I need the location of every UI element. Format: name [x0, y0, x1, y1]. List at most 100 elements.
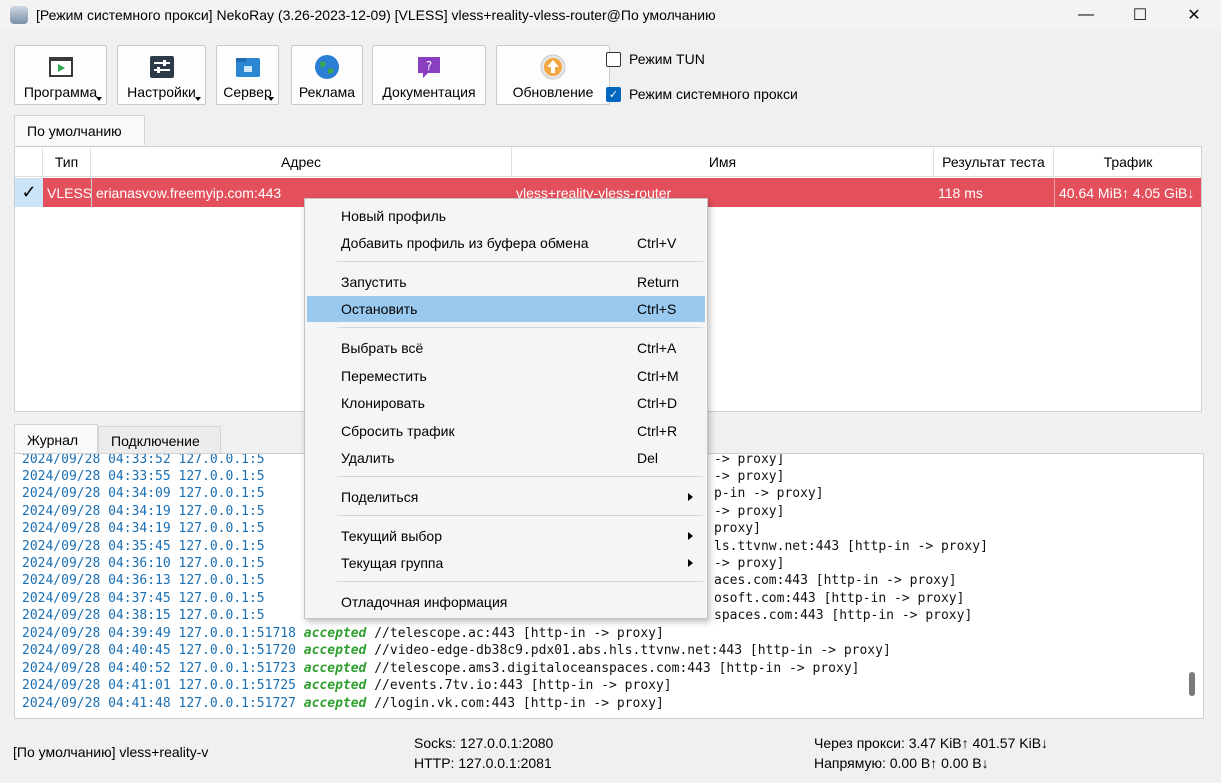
col-traffic-header[interactable]: Трафик: [1054, 147, 1202, 177]
menu-item-delete[interactable]: Удалить Del: [307, 445, 705, 471]
tab-log[interactable]: Журнал: [14, 424, 98, 454]
server-menu-button[interactable]: Сервер: [216, 45, 279, 105]
tab-log-label: Журнал: [27, 431, 79, 448]
chevron-down-icon: [268, 97, 274, 101]
log-line: 2024/09/28 04:34:19 127.0.0.1:5 proxy]: [22, 520, 761, 537]
log-text: -> proxy]: [714, 504, 785, 519]
log-text: //video-edge-db38c9.pdx01.abs.hls.ttvnw.…: [366, 643, 891, 658]
menu-item-stop[interactable]: Остановить Ctrl+S: [307, 296, 705, 322]
tab-connections[interactable]: Подключение: [98, 426, 221, 454]
log-line: 2024/09/28 04:38:15 127.0.0.1:5 spaces.co…: [22, 607, 972, 624]
menu-separator: [337, 261, 703, 262]
menu-item-start[interactable]: Запустить Return: [307, 269, 705, 295]
window-title: [Режим системного прокси] NekoRay (3.26-…: [36, 7, 716, 23]
log-line: 2024/09/28 04:34:09 127.0.0.1:5 p-in -> p…: [22, 485, 824, 502]
menu-item-label: Клонировать: [341, 395, 425, 411]
menu-item-label: Остановить: [341, 301, 418, 317]
menu-separator: [337, 327, 703, 328]
menu-item-add-from-clipboard[interactable]: Добавить профиль из буфера обмена Ctrl+V: [307, 230, 705, 256]
tab-group-label: По умолчанию: [27, 122, 122, 139]
ads-button[interactable]: Реклама: [291, 45, 363, 105]
menu-item-shortcut: Del: [637, 450, 659, 466]
log-line: 2024/09/28 04:33:55 127.0.0.1:5 -> proxy]: [22, 468, 784, 485]
log-line: 2024/09/28 04:33:52 127.0.0.1:5 -> proxy]: [22, 454, 784, 468]
log-timestamp: 2024/09/28 04:40:45 127.0.0.1:51720: [22, 643, 304, 658]
tab-group-default[interactable]: По умолчанию: [14, 115, 145, 145]
status-http: HTTP: 127.0.0.1:2081: [414, 755, 552, 771]
menu-item-clone[interactable]: Клонировать Ctrl+D: [307, 390, 705, 416]
maximize-button[interactable]: ☐: [1113, 0, 1167, 30]
row-traffic: 40.64 MiB↑ 4.05 GiB↓: [1054, 178, 1201, 207]
col-name-header[interactable]: Имя: [512, 147, 934, 177]
log-timestamp: 2024/09/28 04:39:49 127.0.0.1:51718: [22, 626, 304, 641]
log-line: 2024/09/28 04:41:01 127.0.0.1:51725 acce…: [22, 677, 672, 694]
log-timestamp: 2024/09/28 04:40:52 127.0.0.1:51723: [22, 661, 304, 676]
log-timestamp: 2024/09/28 04:34:19 127.0.0.1:5: [22, 504, 265, 519]
col-check-header: [15, 147, 43, 177]
log-accepted: accepted: [303, 661, 367, 676]
log-line: 2024/09/28 04:40:45 127.0.0.1:51720 acce…: [22, 642, 891, 659]
system-proxy-checkbox[interactable]: ✓: [606, 86, 621, 102]
log-line: 2024/09/28 04:37:45 127.0.0.1:5 osoft.com…: [22, 590, 964, 607]
log-text: ls.ttvnw.net:443 [http-in -> proxy]: [714, 539, 988, 554]
log-text: //login.vk.com:443 [http-in -> proxy]: [366, 696, 664, 711]
row-active-check: ✓: [15, 178, 43, 207]
col-test-header[interactable]: Результат теста: [934, 147, 1054, 177]
log-line: 2024/09/28 04:35:45 127.0.0.1:5 ls.ttvnw.…: [22, 538, 988, 555]
log-timestamp: 2024/09/28 04:41:48 127.0.0.1:51727: [22, 696, 304, 711]
menu-item-label: Выбрать всё: [341, 340, 424, 356]
menu-item-shortcut: Ctrl+M: [637, 368, 679, 384]
status-via-proxy: Через прокси: 3.47 KiB↑ 401.57 KiB↓: [814, 735, 1049, 751]
menu-item-current-group[interactable]: Текущая группа: [307, 550, 705, 576]
chevron-down-icon: [195, 97, 201, 101]
update-button[interactable]: Обновление: [496, 45, 610, 105]
documentation-button[interactable]: ? Документация: [372, 45, 486, 105]
log-text: spaces.com:443 [http-in -> proxy]: [714, 608, 973, 623]
program-menu-button[interactable]: Программа: [14, 45, 107, 105]
menu-item-share[interactable]: Поделиться: [307, 484, 705, 510]
log-line: 2024/09/28 04:36:10 127.0.0.1:5 -> proxy]: [22, 555, 784, 572]
settings-sliders-icon: [149, 56, 174, 78]
log-text: -> proxy]: [714, 453, 785, 467]
menu-item-current-selection[interactable]: Текущий выбор: [307, 523, 705, 549]
tun-mode-checkbox[interactable]: [606, 51, 621, 67]
col-address-header[interactable]: Адрес: [91, 147, 512, 177]
log-text: -> proxy]: [714, 556, 785, 571]
app-icon: [10, 6, 28, 24]
program-icon: [48, 57, 73, 77]
log-line: 2024/09/28 04:34:19 127.0.0.1:5 -> proxy]: [22, 503, 784, 520]
menu-item-label: Поделиться: [341, 489, 419, 505]
log-timestamp: 2024/09/28 04:35:45 127.0.0.1:5: [22, 539, 265, 554]
log-line: 2024/09/28 04:39:49 127.0.0.1:51718 acce…: [22, 625, 664, 642]
settings-menu-button[interactable]: Настройки: [117, 45, 206, 105]
menu-item-select-all[interactable]: Выбрать всё Ctrl+A: [307, 335, 705, 361]
status-direct: Напрямую: 0.00 B↑ 0.00 B↓: [814, 755, 989, 771]
menu-item-label: Текущая группа: [341, 555, 444, 571]
log-timestamp: 2024/09/28 04:38:15 127.0.0.1:5: [22, 608, 265, 623]
menu-item-shortcut: Ctrl+R: [637, 423, 678, 439]
row-type: VLESS: [43, 178, 91, 207]
tun-mode-checkbox-row[interactable]: Режим TUN: [606, 51, 705, 67]
menu-item-new-profile[interactable]: Новый профиль: [307, 203, 705, 229]
menu-item-debug-info[interactable]: Отладочная информация: [307, 589, 705, 615]
col-type-header[interactable]: Тип: [43, 147, 91, 177]
chevron-right-icon: [688, 559, 693, 567]
minimize-button[interactable]: —: [1059, 0, 1113, 30]
tab-connections-label: Подключение: [111, 432, 200, 449]
status-socks: Socks: 127.0.0.1:2080: [414, 735, 554, 751]
log-scrollbar[interactable]: [1189, 672, 1195, 696]
update-arrow-icon: [540, 54, 566, 80]
svg-text:?: ?: [426, 59, 432, 73]
program-label: Программа: [23, 84, 98, 100]
system-proxy-checkbox-row[interactable]: ✓ Режим системного прокси: [606, 86, 798, 102]
log-text: osoft.com:443 [http-in -> proxy]: [714, 591, 965, 606]
row-test-result: 118 ms: [934, 178, 1054, 207]
log-text: -> proxy]: [714, 469, 785, 484]
log-accepted: accepted: [303, 626, 367, 641]
menu-item-reset-traffic[interactable]: Сбросить трафик Ctrl+R: [307, 418, 705, 444]
menu-item-move[interactable]: Переместить Ctrl+M: [307, 363, 705, 389]
menu-item-label: Новый профиль: [341, 208, 447, 224]
menu-item-shortcut: Ctrl+V: [637, 235, 677, 251]
close-button[interactable]: ✕: [1167, 0, 1221, 30]
menu-separator: [337, 581, 703, 582]
